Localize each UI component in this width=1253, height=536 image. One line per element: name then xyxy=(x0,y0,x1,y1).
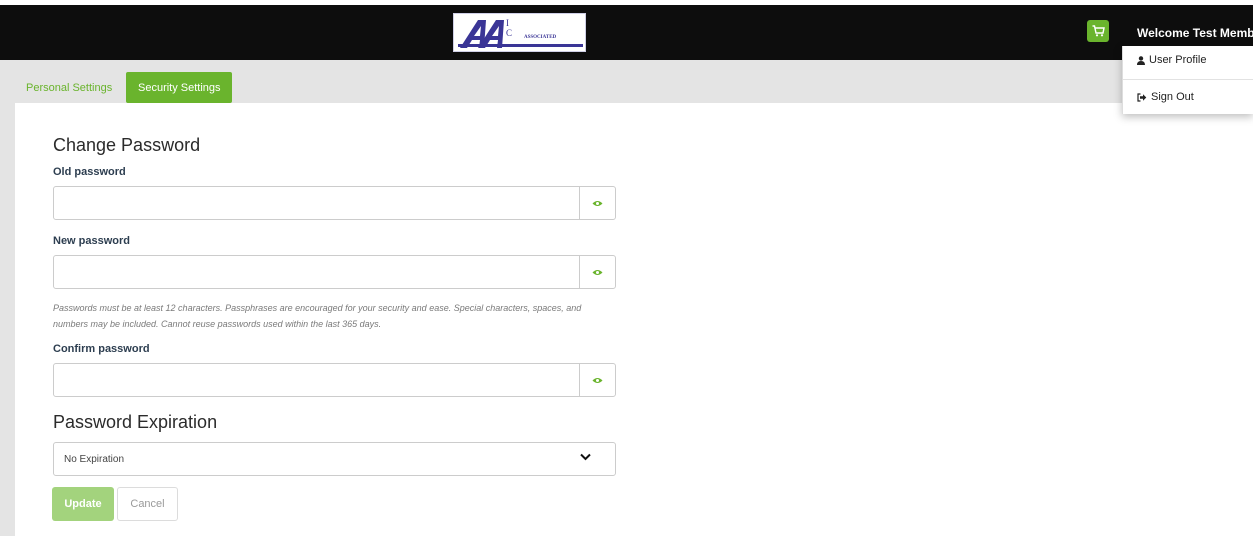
eye-icon xyxy=(592,200,603,206)
tab-personal-settings[interactable]: Personal Settings xyxy=(14,72,124,103)
menu-item-sign-out[interactable]: Sign Out xyxy=(1137,91,1194,103)
shopping-cart-icon xyxy=(1092,25,1105,37)
new-password-input[interactable] xyxy=(54,256,579,288)
sign-out-icon xyxy=(1137,92,1147,102)
menu-item-sign-out-label: Sign Out xyxy=(1151,91,1194,103)
eye-icon xyxy=(592,377,603,383)
password-requirements-help: Passwords must be at least 12 characters… xyxy=(53,303,582,329)
top-navbar: I C ASSOCIATED ADMINISTRATORS Welcome Te… xyxy=(0,0,1253,60)
new-password-group xyxy=(53,255,616,289)
old-password-label: Old password xyxy=(53,166,126,178)
change-password-heading: Change Password xyxy=(53,135,201,155)
menu-item-user-profile[interactable]: User Profile xyxy=(1137,54,1206,66)
tab-security-settings[interactable]: Security Settings xyxy=(126,72,232,103)
user-dropdown-menu: User Profile Sign Out xyxy=(1122,46,1253,114)
chevron-down-icon xyxy=(580,453,591,461)
cancel-button[interactable]: Cancel xyxy=(117,487,178,521)
eye-icon xyxy=(592,269,603,275)
svg-text:C: C xyxy=(506,28,512,38)
update-button[interactable]: Update xyxy=(52,487,114,521)
password-expiration-select[interactable]: No Expiration xyxy=(53,442,616,476)
toggle-confirm-password-visibility[interactable] xyxy=(579,364,615,396)
menu-divider xyxy=(1123,79,1253,80)
password-expiration-heading: Password Expiration xyxy=(53,412,218,432)
old-password-group xyxy=(53,186,616,220)
welcome-user-menu-toggle[interactable]: Welcome Test Member xyxy=(1137,26,1253,40)
toggle-old-password-visibility[interactable] xyxy=(579,187,615,219)
company-logo[interactable]: I C ASSOCIATED ADMINISTRATORS xyxy=(453,13,586,52)
cart-button[interactable] xyxy=(1087,20,1109,42)
logo-text-line1: ASSOCIATED xyxy=(524,35,557,40)
password-expiration-value: No Expiration xyxy=(64,454,125,465)
confirm-password-group xyxy=(53,363,616,397)
confirm-password-input[interactable] xyxy=(54,364,579,396)
toggle-new-password-visibility[interactable] xyxy=(579,256,615,288)
confirm-password-label: Confirm password xyxy=(53,343,150,355)
menu-item-user-profile-label: User Profile xyxy=(1149,54,1207,66)
logo-text-line2: ADMINISTRATORS xyxy=(518,41,564,46)
new-password-label: New password xyxy=(53,235,131,247)
svg-text:I: I xyxy=(506,18,509,28)
user-icon xyxy=(1137,55,1145,65)
old-password-input[interactable] xyxy=(54,187,579,219)
